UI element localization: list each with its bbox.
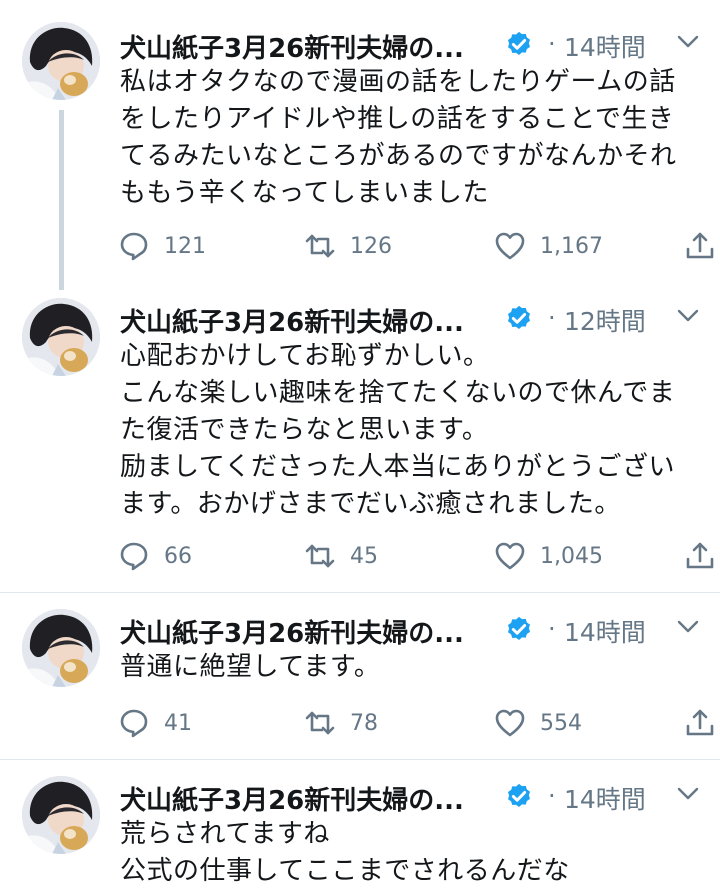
separator-dot: ·: [548, 304, 556, 332]
retweet-icon: [304, 540, 336, 572]
heart-icon: [494, 707, 526, 739]
tweet-timestamp[interactable]: 14時間: [564, 613, 646, 649]
like-button[interactable]: 1,045: [494, 536, 603, 576]
chevron-down-icon[interactable]: [676, 619, 700, 635]
tweet-header: 犬山紙子3月26新刊夫婦の... · 14時間: [120, 611, 710, 651]
author-name[interactable]: 犬山紙子3月26新刊夫婦の...: [120, 28, 464, 65]
tweet-text-line: てるみたいなところがあるのですがなんかそれ: [120, 141, 677, 171]
retweet-count: 126: [350, 233, 392, 259]
reply-icon: [118, 707, 150, 739]
tweet-text: 心配おかけしてお恥ずかしい。 こんな楽しい趣味を捨てたくないので休んでま た復活…: [120, 338, 716, 523]
share-button[interactable]: [684, 703, 716, 743]
reply-icon: [118, 540, 150, 572]
tweet-text-line: 荒らされてますね: [120, 819, 330, 849]
author-name[interactable]: 犬山紙子3月26新刊夫婦の...: [120, 302, 464, 339]
avatar[interactable]: [22, 776, 100, 854]
retweet-icon: [304, 707, 336, 739]
chevron-down-icon[interactable]: [676, 308, 700, 324]
author-name[interactable]: 犬山紙子3月26新刊夫婦の...: [120, 613, 464, 650]
reply-button[interactable]: 66: [118, 536, 192, 576]
chevron-down-icon[interactable]: [676, 34, 700, 50]
retweet-count: 78: [350, 710, 378, 736]
verified-badge-icon: [504, 304, 534, 334]
verified-badge-icon: [504, 30, 534, 60]
tweet-text-line: をしたりアイドルや推しの話をすることで生き: [120, 104, 675, 134]
avatar[interactable]: [22, 22, 100, 100]
tweet-text-line: 励ましてくださった人本当にありがとうござい: [120, 452, 675, 482]
share-button[interactable]: [684, 536, 716, 576]
like-button[interactable]: 1,167: [494, 226, 603, 266]
retweet-button[interactable]: 78: [304, 703, 378, 743]
tweet-header: 犬山紙子3月26新刊夫婦の... · 14時間: [120, 26, 710, 66]
tweet-text: 荒らされてますね 公式の仕事してここまでされるんだな: [120, 816, 716, 890]
tweet-header: 犬山紙子3月26新刊夫婦の... · 12時間: [120, 300, 710, 340]
separator-dot: ·: [548, 782, 556, 810]
tweet-text-line: 普通に絶望してます。: [120, 652, 381, 682]
tweet-text-line: こんな楽しい趣味を捨てたくないので休んでま: [120, 378, 676, 408]
share-button[interactable]: [684, 226, 716, 266]
tweet-text-line: ももう辛くなってしまいました: [120, 178, 489, 208]
verified-badge-icon: [504, 782, 534, 812]
reply-count: 41: [164, 710, 192, 736]
reply-button[interactable]: 121: [118, 226, 206, 266]
avatar[interactable]: [22, 609, 100, 687]
reply-count: 121: [164, 233, 206, 259]
reply-button[interactable]: 41: [118, 703, 192, 743]
share-icon: [684, 230, 716, 262]
share-icon: [684, 540, 716, 572]
tweet-text: 私はオタクなので漫画の話をしたりゲームの話 をしたりアイドルや推しの話をすること…: [120, 64, 716, 212]
like-button[interactable]: 554: [494, 703, 582, 743]
tweet-text-line: ます。おかげさまでだいぶ癒されました。: [120, 489, 621, 519]
tweet[interactable]: 犬山紙子3月26新刊夫婦の... · 14時間 私はオタクなので漫画の話をしたり…: [0, 0, 720, 290]
tweet-text-line: 私はオタクなので漫画の話をしたりゲームの話: [120, 67, 676, 97]
author-name[interactable]: 犬山紙子3月26新刊夫婦の...: [120, 780, 464, 817]
tweet-timestamp[interactable]: 12時間: [564, 302, 646, 338]
like-count: 1,167: [540, 233, 603, 259]
reply-icon: [118, 230, 150, 262]
tweet-timestamp[interactable]: 14時間: [564, 780, 646, 816]
share-icon: [684, 707, 716, 739]
retweet-count: 45: [350, 543, 378, 569]
retweet-button[interactable]: 45: [304, 536, 378, 576]
separator-dot: ·: [548, 615, 556, 643]
tweet-text-line: た復活できたらなと思います。: [120, 415, 489, 445]
tweet[interactable]: 犬山紙子3月26新刊夫婦の... · 14時間 普通に絶望してます。 41 78…: [0, 593, 720, 759]
tweet-actions: 41 78 554: [118, 703, 718, 743]
heart-icon: [494, 230, 526, 262]
tweet-timestamp[interactable]: 14時間: [564, 28, 646, 64]
like-count: 554: [540, 710, 582, 736]
like-count: 1,045: [540, 543, 603, 569]
verified-badge-icon: [504, 615, 534, 645]
chevron-down-icon[interactable]: [676, 786, 700, 802]
tweet[interactable]: 犬山紙子3月26新刊夫婦の... · 12時間 心配おかけしてお恥ずかしい。 こ…: [0, 290, 720, 592]
tweet-actions: 66 45 1,045: [118, 536, 718, 576]
avatar[interactable]: [22, 298, 100, 376]
tweet-text-line: 心配おかけしてお恥ずかしい。: [120, 341, 490, 371]
retweet-icon: [304, 230, 336, 262]
reply-count: 66: [164, 543, 192, 569]
separator-dot: ·: [548, 30, 556, 58]
heart-icon: [494, 540, 526, 572]
tweet-header: 犬山紙子3月26新刊夫婦の... · 14時間: [120, 778, 710, 818]
retweet-button[interactable]: 126: [304, 226, 392, 266]
tweet-actions: 121 126 1,167: [118, 226, 718, 266]
tweet[interactable]: 犬山紙子3月26新刊夫婦の... · 14時間 荒らされてますね 公式の仕事して…: [0, 760, 720, 889]
tweet-text-line: 公式の仕事してここまでされるんだな: [120, 856, 570, 886]
tweet-text: 普通に絶望してます。: [120, 649, 716, 686]
